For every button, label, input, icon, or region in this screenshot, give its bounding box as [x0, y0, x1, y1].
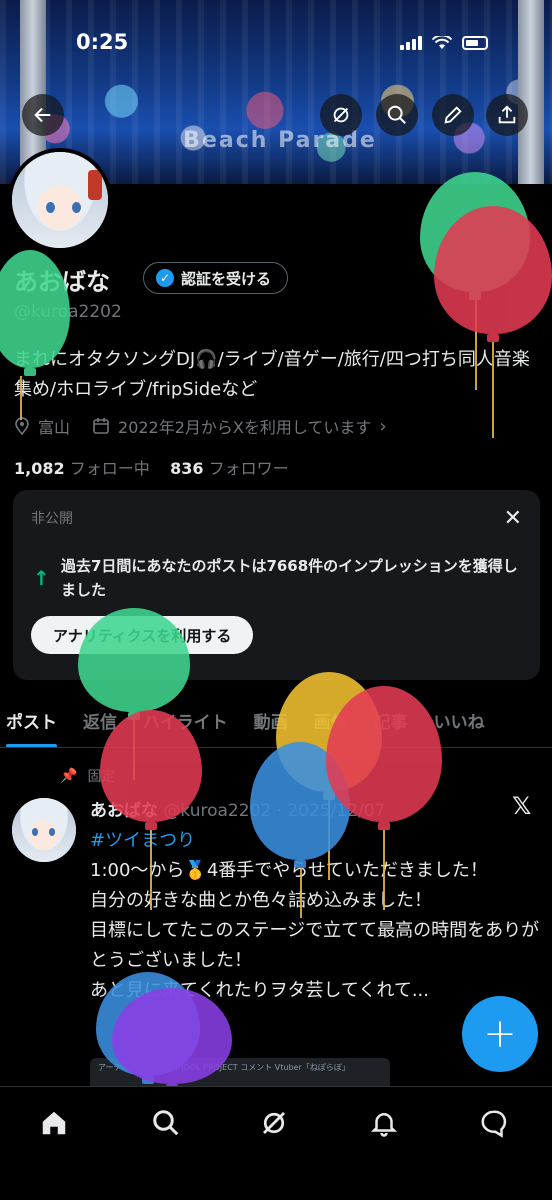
battery-icon [462, 36, 488, 50]
calendar-icon [93, 418, 109, 434]
balloon-string [383, 830, 385, 910]
grok-icon [333, 107, 349, 123]
chevron-right-icon: › [379, 415, 387, 437]
back-button[interactable] [22, 94, 64, 136]
profile-location: 富山 [38, 418, 71, 437]
home-icon [42, 1111, 66, 1135]
profile-avatar[interactable] [8, 148, 112, 252]
close-icon[interactable]: ✕ [504, 506, 522, 531]
get-verified-button[interactable]: ✓ 認証を受ける [143, 262, 289, 294]
bottom-navigation [0, 1086, 552, 1200]
profile-joined[interactable]: 2022年2月からXを利用しています [118, 414, 371, 438]
profile-bio: まれにオタクソングDJ🎧/ライブ/音ゲー/旅行/四つ打ち同人音楽集め/ホロライブ… [14, 349, 530, 400]
tab-posts[interactable]: ポスト [6, 700, 57, 747]
bell-icon [370, 1113, 398, 1137]
post-line: 1:00〜から🥇4番手でやらせていただきました！ [90, 860, 488, 881]
following-link[interactable]: 1,082 フォロー中 [14, 459, 150, 478]
grok-button[interactable] [320, 94, 362, 136]
nav-search[interactable] [142, 1101, 190, 1145]
signal-icon [400, 36, 422, 50]
x-logo-icon: 𝕏 [512, 792, 532, 820]
nav-notifications[interactable] [360, 1101, 408, 1145]
edit-button[interactable] [432, 94, 474, 136]
search-icon [387, 105, 406, 124]
search-button[interactable] [376, 94, 418, 136]
balloon [78, 608, 190, 720]
share-icon [498, 105, 516, 124]
following-count: 1,082 [14, 459, 65, 478]
wifi-icon [432, 36, 452, 49]
arrow-up-icon: ↑ [33, 566, 50, 590]
post-line: 自分の好きな曲とか色々詰め込みました！ [90, 890, 432, 911]
followers-label: フォロワー [208, 459, 289, 478]
status-bar: 0:25 [0, 30, 552, 60]
pin-icon: 📌 [60, 768, 78, 784]
pencil-icon [444, 106, 462, 124]
message-icon [481, 1110, 507, 1138]
balloon-string [492, 342, 494, 438]
banner-stage-text: Beach Parade [183, 128, 377, 153]
balloon [434, 206, 552, 342]
avatar-image [12, 152, 108, 248]
back-arrow-icon [34, 107, 51, 123]
grok-icon [263, 1112, 285, 1134]
impressions-message: 過去7日間にあなたのポストは7668件のインプレッションを獲得しました [61, 557, 518, 599]
balloon [112, 988, 232, 1092]
followers-count: 836 [170, 459, 204, 478]
followers-link[interactable]: 836 フォロワー [170, 459, 289, 478]
follow-stats: 1,082 フォロー中 836 フォロワー [14, 455, 289, 479]
balloon [100, 710, 202, 830]
balloon-string [300, 868, 302, 918]
post-line: 目標にしてたこのステージで立てて最高の時間をありがとうございました！ [90, 920, 540, 971]
get-verified-label: 認証を受ける [181, 269, 272, 288]
balloon [326, 686, 442, 830]
share-button[interactable] [486, 94, 528, 136]
compose-button[interactable]: + [462, 996, 538, 1072]
search-icon [153, 1110, 179, 1136]
post-avatar[interactable] [12, 798, 76, 862]
nav-home[interactable] [30, 1101, 78, 1145]
profile-meta: 富山 2022年2月からXを利用しています › [14, 414, 387, 438]
balloon-string [150, 830, 152, 910]
verified-badge-icon: ✓ [156, 269, 174, 287]
status-time: 0:25 [76, 30, 129, 54]
tab-likes[interactable]: いいね [434, 700, 485, 747]
nav-messages[interactable] [470, 1101, 518, 1145]
plus-icon: + [483, 1011, 517, 1057]
location-pin-icon [15, 417, 29, 435]
card-private-label: 非公開 [31, 511, 73, 527]
nav-grok[interactable] [250, 1101, 298, 1145]
balloon-string [20, 376, 22, 420]
banner-pole [518, 0, 544, 184]
status-icons [400, 36, 488, 50]
post-avatar-image [12, 798, 76, 862]
following-label: フォロー中 [69, 459, 150, 478]
